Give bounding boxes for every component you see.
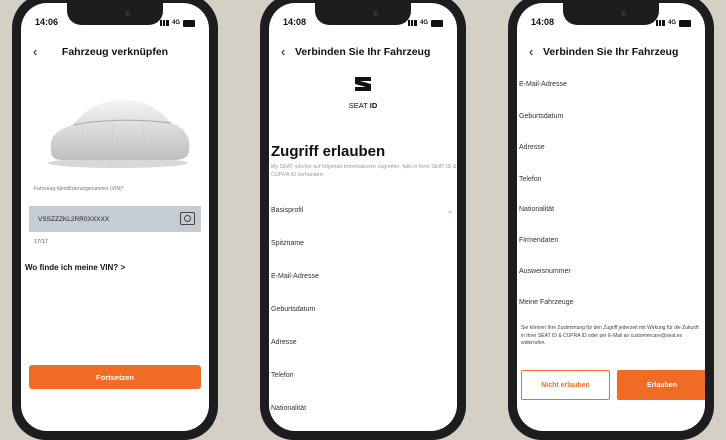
vin-input[interactable]: VSSZZZKL2RR0XXXXX	[29, 206, 201, 232]
back-chevron-icon[interactable]: ‹	[281, 43, 285, 61]
phone-screen: 14:08 4G ‹ Verbinden Sie Ihr Fahrzeug E-…	[517, 3, 705, 431]
permission-item-telefon: Telefon	[519, 176, 542, 183]
status-bar: 14:06 4G	[35, 17, 195, 29]
network-label: 4G	[667, 20, 676, 26]
phone-screen: 14:08 4G ‹ Verbinden Sie Ihr Fahrzeug SE…	[269, 3, 457, 431]
network-label: 4G	[419, 20, 428, 26]
vin-character-counter: 17/17	[34, 239, 48, 245]
phone-zugriff-erlauben: 14:08 4G ‹ Verbinden Sie Ihr Fahrzeug SE…	[260, 0, 466, 440]
permission-item-basisprofil[interactable]: Basisprofil	[271, 207, 303, 214]
permission-item-nationalitaet: Nationalität	[519, 206, 555, 213]
signal-icon	[655, 20, 665, 26]
page-title: Fahrzeug verknüpfen	[61, 46, 169, 58]
back-chevron-icon[interactable]: ‹	[529, 43, 533, 61]
navigation-bar: ‹ Verbinden Sie Ihr Fahrzeug	[517, 43, 705, 61]
camera-icon[interactable]	[180, 212, 195, 225]
status-bar: 14:08 4G	[283, 17, 443, 29]
consent-footnote: Sie können Ihre Zustimmung für den Zugri…	[521, 325, 699, 346]
permission-item-firmendaten: Firmendaten	[519, 237, 559, 244]
access-heading: Zugriff erlauben	[271, 143, 386, 160]
vin-value: VSSZZZKL2RR0XXXXX	[38, 215, 110, 223]
navigation-bar: ‹ Fahrzeug verknüpfen	[21, 43, 209, 61]
chevron-right-icon: >	[120, 263, 126, 272]
battery-icon	[431, 19, 443, 27]
phone-fahrzeug-verknuepfen: 14:06 4G ‹ Fahrzeug verknüpfen Fahrzeug-…	[12, 0, 218, 440]
permission-item-ausweisnummer: Ausweisnummer	[519, 268, 571, 275]
permission-item-adresse: Adresse	[519, 144, 545, 151]
continue-button[interactable]: Fortsetzen	[29, 365, 201, 389]
access-description: My SEAT möchte auf folgende Informatione…	[271, 164, 457, 178]
navigation-bar: ‹ Verbinden Sie Ihr Fahrzeug	[269, 43, 457, 61]
covered-car-image	[48, 99, 190, 168]
allow-button[interactable]: Erlauben	[617, 370, 705, 400]
permission-item-fahrzeuge: Meine Fahrzeuge	[519, 299, 574, 306]
brand-id: ID	[369, 101, 378, 110]
signal-icon	[407, 20, 417, 26]
vin-field-label: Fahrzeug-Identifizierungsnummer (VIN)*	[34, 186, 124, 192]
network-label: 4G	[171, 20, 180, 26]
seat-logo-icon	[355, 77, 371, 91]
phone-screen: 14:06 4G ‹ Fahrzeug verknüpfen Fahrzeug-…	[21, 3, 209, 431]
vin-help-label: Wo finde ich meine VIN?	[25, 263, 119, 272]
status-time: 14:08	[531, 17, 555, 27]
page-title: Verbinden Sie Ihr Fahrzeug	[543, 46, 679, 58]
permission-item-geburtsdatum: Geburtsdatum	[271, 306, 316, 313]
permission-item-spitzname: Spitzname	[271, 240, 305, 247]
back-chevron-icon[interactable]: ‹	[33, 43, 37, 61]
status-time: 14:08	[283, 17, 307, 27]
vin-help-link[interactable]: Wo finde ich meine VIN? >	[25, 263, 125, 272]
signal-icon	[159, 20, 169, 26]
brand-name: SEAT	[348, 101, 368, 110]
battery-icon	[183, 19, 195, 27]
phone-zustimmung: 14:08 4G ‹ Verbinden Sie Ihr Fahrzeug E-…	[508, 0, 714, 440]
chevron-down-icon[interactable]: ⌄	[447, 207, 453, 215]
permission-item-adresse: Adresse	[271, 339, 297, 346]
permission-item-email: E-Mail-Adresse	[519, 81, 567, 88]
permission-item-nationalitaet: Nationalität	[271, 405, 307, 412]
permission-item-telefon: Telefon	[271, 372, 294, 379]
status-bar: 14:08 4G	[531, 17, 691, 29]
permission-item-email: E-Mail-Adresse	[271, 273, 319, 280]
page-title: Verbinden Sie Ihr Fahrzeug	[295, 46, 431, 58]
deny-button[interactable]: Nicht erlauben	[521, 370, 610, 400]
seat-id-label: SEAT ID	[269, 101, 457, 110]
battery-icon	[679, 19, 691, 27]
permission-item-geburtsdatum: Geburtsdatum	[519, 113, 564, 120]
status-time: 14:06	[35, 17, 59, 27]
